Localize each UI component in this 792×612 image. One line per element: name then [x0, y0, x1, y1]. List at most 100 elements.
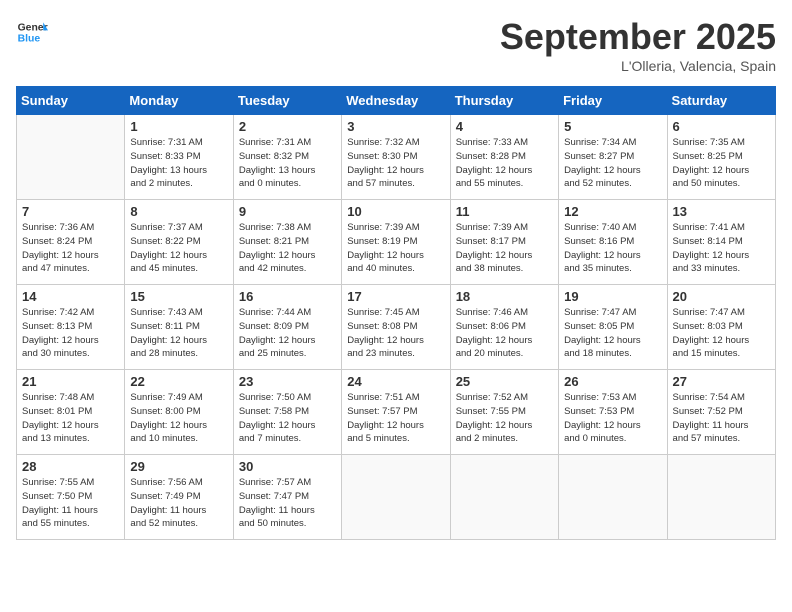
- day-info: Sunrise: 7:56 AM Sunset: 7:49 PM Dayligh…: [130, 476, 227, 531]
- calendar-cell: 15 Sunrise: 7:43 AM Sunset: 8:11 PM Dayli…: [125, 285, 233, 370]
- weekday-header-friday: Friday: [559, 87, 667, 115]
- calendar-cell: 30 Sunrise: 7:57 AM Sunset: 7:47 PM Dayli…: [233, 455, 341, 540]
- weekday-header-tuesday: Tuesday: [233, 87, 341, 115]
- day-number: 4: [456, 119, 553, 134]
- day-info: Sunrise: 7:39 AM Sunset: 8:19 PM Dayligh…: [347, 221, 444, 276]
- logo: General Blue: [16, 16, 52, 48]
- calendar-cell: 28 Sunrise: 7:55 AM Sunset: 7:50 PM Dayli…: [17, 455, 125, 540]
- day-info: Sunrise: 7:55 AM Sunset: 7:50 PM Dayligh…: [22, 476, 119, 531]
- day-info: Sunrise: 7:40 AM Sunset: 8:16 PM Dayligh…: [564, 221, 661, 276]
- day-number: 24: [347, 374, 444, 389]
- calendar-cell: 25 Sunrise: 7:52 AM Sunset: 7:55 PM Dayli…: [450, 370, 558, 455]
- day-number: 15: [130, 289, 227, 304]
- weekday-header-row: SundayMondayTuesdayWednesdayThursdayFrid…: [17, 87, 776, 115]
- weekday-header-sunday: Sunday: [17, 87, 125, 115]
- day-number: 2: [239, 119, 336, 134]
- day-number: 6: [673, 119, 770, 134]
- day-number: 23: [239, 374, 336, 389]
- week-row-4: 21 Sunrise: 7:48 AM Sunset: 8:01 PM Dayli…: [17, 370, 776, 455]
- weekday-header-saturday: Saturday: [667, 87, 775, 115]
- svg-text:Blue: Blue: [18, 34, 41, 45]
- day-info: Sunrise: 7:52 AM Sunset: 7:55 PM Dayligh…: [456, 391, 553, 446]
- day-info: Sunrise: 7:47 AM Sunset: 8:05 PM Dayligh…: [564, 306, 661, 361]
- day-info: Sunrise: 7:38 AM Sunset: 8:21 PM Dayligh…: [239, 221, 336, 276]
- day-info: Sunrise: 7:48 AM Sunset: 8:01 PM Dayligh…: [22, 391, 119, 446]
- month-title: September 2025: [500, 16, 776, 58]
- day-info: Sunrise: 7:57 AM Sunset: 7:47 PM Dayligh…: [239, 476, 336, 531]
- day-info: Sunrise: 7:47 AM Sunset: 8:03 PM Dayligh…: [673, 306, 770, 361]
- calendar-cell: 19 Sunrise: 7:47 AM Sunset: 8:05 PM Dayli…: [559, 285, 667, 370]
- day-number: 19: [564, 289, 661, 304]
- calendar-cell: 17Sunrise: 7:45 AM Sunset: 8:08 PM Dayli…: [342, 285, 450, 370]
- title-block: September 2025 L'Olleria, Valencia, Spai…: [500, 16, 776, 74]
- day-info: Sunrise: 7:36 AM Sunset: 8:24 PM Dayligh…: [22, 221, 119, 276]
- day-info: Sunrise: 7:39 AM Sunset: 8:17 PM Dayligh…: [456, 221, 553, 276]
- day-number: 25: [456, 374, 553, 389]
- day-number: 8: [130, 204, 227, 219]
- calendar-cell: 10Sunrise: 7:39 AM Sunset: 8:19 PM Dayli…: [342, 200, 450, 285]
- calendar-cell: 11 Sunrise: 7:39 AM Sunset: 8:17 PM Dayli…: [450, 200, 558, 285]
- calendar-cell: 27 Sunrise: 7:54 AM Sunset: 7:52 PM Dayli…: [667, 370, 775, 455]
- calendar-cell: 13 Sunrise: 7:41 AM Sunset: 8:14 PM Dayli…: [667, 200, 775, 285]
- day-number: 5: [564, 119, 661, 134]
- day-number: 12: [564, 204, 661, 219]
- calendar-cell: 20 Sunrise: 7:47 AM Sunset: 8:03 PM Dayli…: [667, 285, 775, 370]
- calendar-cell: [667, 455, 775, 540]
- day-info: Sunrise: 7:54 AM Sunset: 7:52 PM Dayligh…: [673, 391, 770, 446]
- calendar-cell: 6Sunrise: 7:35 AM Sunset: 8:25 PM Daylig…: [667, 115, 775, 200]
- calendar-cell: 8Sunrise: 7:37 AM Sunset: 8:22 PM Daylig…: [125, 200, 233, 285]
- calendar-table: SundayMondayTuesdayWednesdayThursdayFrid…: [16, 86, 776, 540]
- logo-icon: General Blue: [16, 16, 48, 48]
- calendar-cell: 26Sunrise: 7:53 AM Sunset: 7:53 PM Dayli…: [559, 370, 667, 455]
- calendar-cell: 16 Sunrise: 7:44 AM Sunset: 8:09 PM Dayli…: [233, 285, 341, 370]
- day-info: Sunrise: 7:32 AM Sunset: 8:30 PM Dayligh…: [347, 136, 444, 191]
- day-number: 28: [22, 459, 119, 474]
- day-number: 1: [130, 119, 227, 134]
- calendar-cell: [559, 455, 667, 540]
- weekday-header-thursday: Thursday: [450, 87, 558, 115]
- day-info: Sunrise: 7:44 AM Sunset: 8:09 PM Dayligh…: [239, 306, 336, 361]
- calendar-cell: 23 Sunrise: 7:50 AM Sunset: 7:58 PM Dayli…: [233, 370, 341, 455]
- calendar-cell: 29 Sunrise: 7:56 AM Sunset: 7:49 PM Dayli…: [125, 455, 233, 540]
- calendar-cell: 1 Sunrise: 7:31 AM Sunset: 8:33 PM Daylig…: [125, 115, 233, 200]
- week-row-1: 1 Sunrise: 7:31 AM Sunset: 8:33 PM Daylig…: [17, 115, 776, 200]
- day-info: Sunrise: 7:31 AM Sunset: 8:32 PM Dayligh…: [239, 136, 336, 191]
- calendar-cell: 7 Sunrise: 7:36 AM Sunset: 8:24 PM Daylig…: [17, 200, 125, 285]
- calendar-cell: 18 Sunrise: 7:46 AM Sunset: 8:06 PM Dayli…: [450, 285, 558, 370]
- day-info: Sunrise: 7:31 AM Sunset: 8:33 PM Dayligh…: [130, 136, 227, 191]
- calendar-cell: 2 Sunrise: 7:31 AM Sunset: 8:32 PM Daylig…: [233, 115, 341, 200]
- calendar-cell: 9 Sunrise: 7:38 AM Sunset: 8:21 PM Daylig…: [233, 200, 341, 285]
- weekday-header-monday: Monday: [125, 87, 233, 115]
- day-info: Sunrise: 7:42 AM Sunset: 8:13 PM Dayligh…: [22, 306, 119, 361]
- calendar-cell: 4Sunrise: 7:33 AM Sunset: 8:28 PM Daylig…: [450, 115, 558, 200]
- calendar-cell: [342, 455, 450, 540]
- weekday-header-wednesday: Wednesday: [342, 87, 450, 115]
- day-info: Sunrise: 7:41 AM Sunset: 8:14 PM Dayligh…: [673, 221, 770, 276]
- day-number: 14: [22, 289, 119, 304]
- location: L'Olleria, Valencia, Spain: [500, 58, 776, 74]
- day-info: Sunrise: 7:46 AM Sunset: 8:06 PM Dayligh…: [456, 306, 553, 361]
- day-number: 30: [239, 459, 336, 474]
- day-number: 22: [130, 374, 227, 389]
- day-number: 9: [239, 204, 336, 219]
- day-info: Sunrise: 7:34 AM Sunset: 8:27 PM Dayligh…: [564, 136, 661, 191]
- day-number: 21: [22, 374, 119, 389]
- page-header: General Blue September 2025 L'Olleria, V…: [16, 16, 776, 74]
- day-number: 13: [673, 204, 770, 219]
- calendar-cell: 14 Sunrise: 7:42 AM Sunset: 8:13 PM Dayli…: [17, 285, 125, 370]
- day-number: 11: [456, 204, 553, 219]
- day-number: 16: [239, 289, 336, 304]
- day-number: 20: [673, 289, 770, 304]
- calendar-cell: 5 Sunrise: 7:34 AM Sunset: 8:27 PM Daylig…: [559, 115, 667, 200]
- day-info: Sunrise: 7:51 AM Sunset: 7:57 PM Dayligh…: [347, 391, 444, 446]
- calendar-cell: 24 Sunrise: 7:51 AM Sunset: 7:57 PM Dayli…: [342, 370, 450, 455]
- calendar-cell: [17, 115, 125, 200]
- day-number: 27: [673, 374, 770, 389]
- week-row-5: 28 Sunrise: 7:55 AM Sunset: 7:50 PM Dayli…: [17, 455, 776, 540]
- day-number: 18: [456, 289, 553, 304]
- day-info: Sunrise: 7:43 AM Sunset: 8:11 PM Dayligh…: [130, 306, 227, 361]
- day-number: 7: [22, 204, 119, 219]
- day-number: 29: [130, 459, 227, 474]
- day-info: Sunrise: 7:50 AM Sunset: 7:58 PM Dayligh…: [239, 391, 336, 446]
- day-info: Sunrise: 7:45 AM Sunset: 8:08 PM Dayligh…: [347, 306, 444, 361]
